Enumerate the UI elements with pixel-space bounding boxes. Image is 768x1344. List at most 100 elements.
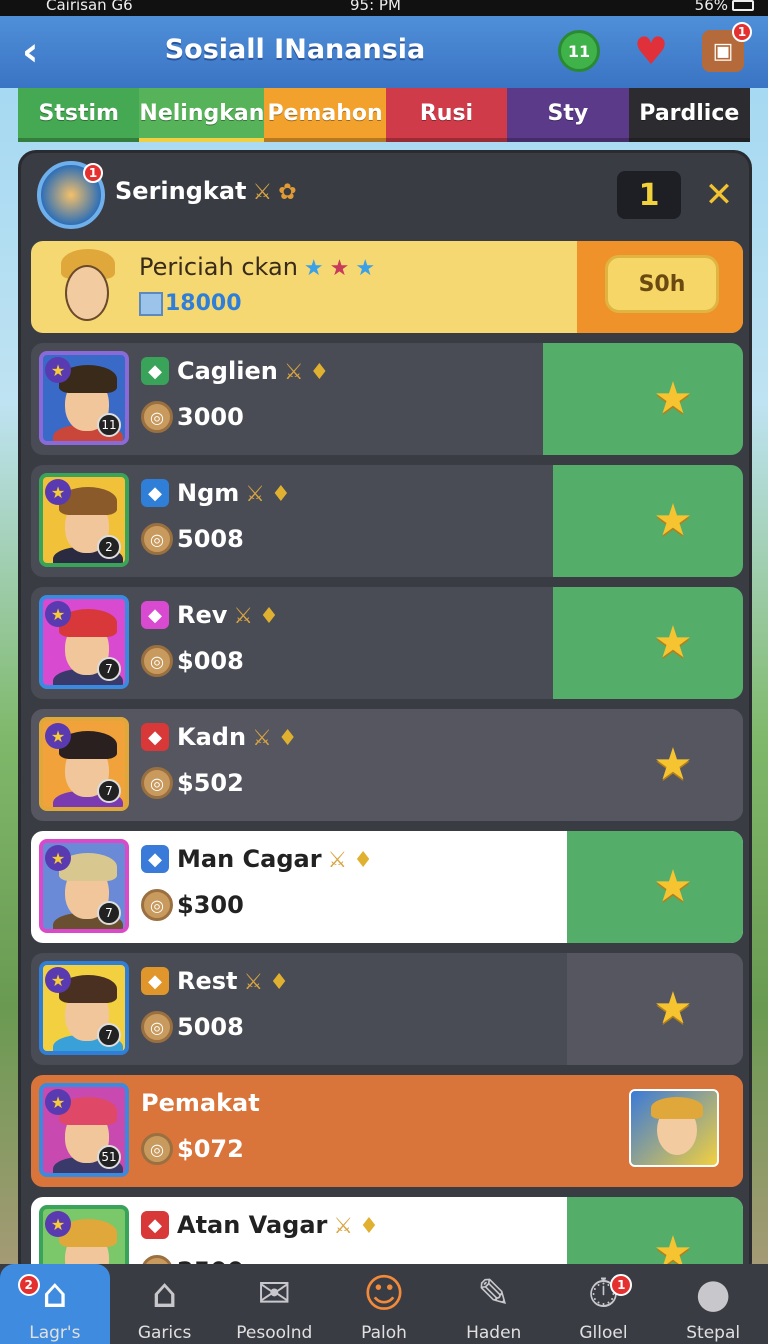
tab-sty[interactable]: Sty [507, 88, 629, 142]
nav-label: Stepal [686, 1323, 741, 1343]
class-icon: ◆ [141, 479, 169, 507]
level-badge-button[interactable]: 11 [558, 30, 600, 72]
heart-icon[interactable]: ♥ [630, 29, 672, 73]
rank-star-icon: ★ [45, 1089, 71, 1115]
battery-indicator: 56% [695, 0, 754, 13]
nav-mail[interactable]: ✉ Pesoolnd [219, 1264, 329, 1344]
coin-icon: ◎ [141, 767, 173, 799]
list-row[interactable]: ★ 51 Pemakat ◎ $072 [31, 1075, 743, 1187]
level-badge: 7 [97, 1023, 121, 1047]
row-action-area [543, 343, 743, 455]
character-icon: ☺ [363, 1271, 405, 1317]
rank-star-icon: ★ [45, 723, 71, 749]
bottom-navigation: ⌂ Lagr's 2 ⌂ Garics ✉ Pesoolnd ☺ Paloh ✎ Haden ⏱ Gll… [0, 1264, 768, 1344]
gem-icon: ♦ [271, 481, 291, 507]
list-row[interactable]: ★ 7 ◆ Rev ⚔ ♦ ◎ $008 ★ [31, 587, 743, 699]
notification-badge: 1 [732, 22, 752, 42]
level-badge: 2 [97, 535, 121, 559]
favorite-star-icon[interactable]: ★ [651, 499, 695, 543]
nav-house[interactable]: ⌂ Garics [110, 1264, 220, 1344]
feather-icon: ✎ [476, 1271, 511, 1317]
rank-star-icon: ★ [45, 967, 71, 993]
carrier-text: Cairisan G6 [46, 0, 133, 14]
list-row[interactable]: ★ 11 ◆ Caglien ⚔ ♦ ◎ 3000 ★ [31, 343, 743, 455]
reward-character-portrait[interactable] [629, 1089, 719, 1167]
sword-icon: ⚔ [245, 481, 266, 507]
favorite-star-icon[interactable]: ★ [651, 865, 695, 909]
favorite-star-icon[interactable]: ★ [651, 987, 695, 1031]
gem-icon [139, 292, 163, 316]
count-display: 1 [617, 171, 681, 219]
player-avatar[interactable]: 1 [37, 161, 105, 229]
gem-icon: ♦ [277, 725, 298, 751]
coin-icon: ◎ [141, 645, 173, 677]
nav-home[interactable]: ⌂ Lagr's 2 [0, 1264, 110, 1344]
nav-profile[interactable]: ● Stepal [658, 1264, 768, 1344]
buy-button[interactable]: S0h [605, 255, 719, 313]
character-name: Rest ⚔ ♦ [177, 967, 289, 995]
nav-character[interactable]: ☺ Paloh [329, 1264, 439, 1344]
price-text: $300 [177, 891, 244, 919]
favorite-star-icon[interactable]: ★ [651, 621, 695, 665]
sword-icon: ⚔ [327, 847, 348, 873]
level-badge: 7 [97, 657, 121, 681]
class-icon: ◆ [141, 967, 169, 995]
character-name: Ngm ⚔ ♦ [177, 479, 291, 507]
profile-icon: ● [695, 1271, 731, 1317]
character-avatar: ★ 7 [39, 961, 129, 1055]
coin-icon: ◎ [141, 889, 173, 921]
price-text: 5008 [177, 525, 244, 553]
character-name: Pemakat [141, 1089, 260, 1117]
class-icon: ◆ [141, 357, 169, 385]
tab-pardlice[interactable]: Pardlice [628, 88, 750, 142]
star-icon: ★ [303, 255, 324, 281]
coin-icon: ◎ [141, 523, 173, 555]
tab-rusi[interactable]: Rusi [385, 88, 508, 142]
sword-icon: ⚔ [252, 725, 272, 751]
nav-badge: 2 [17, 1274, 40, 1296]
home-icon: ⌂ [42, 1271, 68, 1317]
category-tabs: Ststim Nelingkan Pemahon Rusi Sty Pardlice [18, 88, 750, 142]
mail-icon: ✉ [257, 1271, 292, 1317]
rank-star-icon: ★ [45, 845, 71, 871]
list-row[interactable]: ★ 7 ◆ Rest ⚔ ♦ ◎ 5008 ★ [31, 953, 743, 1065]
level-badge: 7 [97, 779, 121, 803]
nav-feather[interactable]: ✎ Haden [439, 1264, 549, 1344]
featured-row[interactable]: Periciah ckan ★ ★ ★ 18000 S0h [31, 241, 743, 333]
tab-pemahon[interactable]: Pemahon [264, 88, 386, 142]
character-name: Caglien ⚔ ♦ [177, 357, 330, 385]
favorite-star-icon[interactable]: ★ [651, 377, 695, 421]
nav-label: Glloel [579, 1323, 628, 1343]
house-icon: ⌂ [151, 1271, 178, 1317]
price-text: 5008 [177, 1013, 244, 1041]
favorite-star-icon[interactable]: ★ [651, 743, 695, 787]
gem-icon: ♦ [309, 359, 330, 385]
nav-clock[interactable]: ⏱ Glloel 1 [549, 1264, 659, 1344]
class-icon: ◆ [141, 723, 169, 751]
list-row[interactable]: ★ 7 ◆ Man Cagar ⚔ ♦ ◎ $300 ★ [31, 831, 743, 943]
tab-ststim[interactable]: Ststim [18, 88, 140, 142]
gift-box-icon[interactable]: ▣ 1 [702, 22, 752, 72]
list-row[interactable]: ★ 2 ◆ Ngm ⚔ ♦ ◎ 5008 ★ [31, 465, 743, 577]
nav-label: Garics [137, 1323, 192, 1343]
page-title: Sosiall INanansia [164, 34, 426, 65]
coin-icon: ◎ [141, 401, 173, 433]
character-avatar: ★ 7 [39, 717, 129, 811]
rank-star-icon: ★ [45, 357, 71, 383]
back-arrow-icon[interactable]: ‹ [22, 32, 52, 72]
list-row[interactable]: ★ 7 ◆ Kadn ⚔ ♦ ◎ $502 ★ [31, 709, 743, 821]
tab-nelingkan[interactable]: Nelingkan [139, 88, 265, 142]
class-icon: ◆ [141, 601, 169, 629]
sword-icon: ⚔ [333, 1213, 354, 1239]
avatar-badge: 1 [83, 163, 103, 183]
clock-text: 95: PM [350, 0, 401, 14]
nav-label: Pesoolnd [236, 1323, 313, 1343]
star-icon: ★ [355, 255, 376, 281]
character-avatar: ★ 11 [39, 351, 129, 445]
close-icon[interactable]: ✕ [697, 171, 741, 219]
price-text: $072 [177, 1135, 244, 1163]
list-panel: 1 Seringkat ⚔ ✿ 1 ✕ Periciah ckan ★ ★ ★ 18000… [18, 150, 752, 1280]
level-badge: 51 [97, 1145, 121, 1169]
featured-avatar [51, 249, 121, 325]
rank-star-icon: ★ [45, 479, 71, 505]
